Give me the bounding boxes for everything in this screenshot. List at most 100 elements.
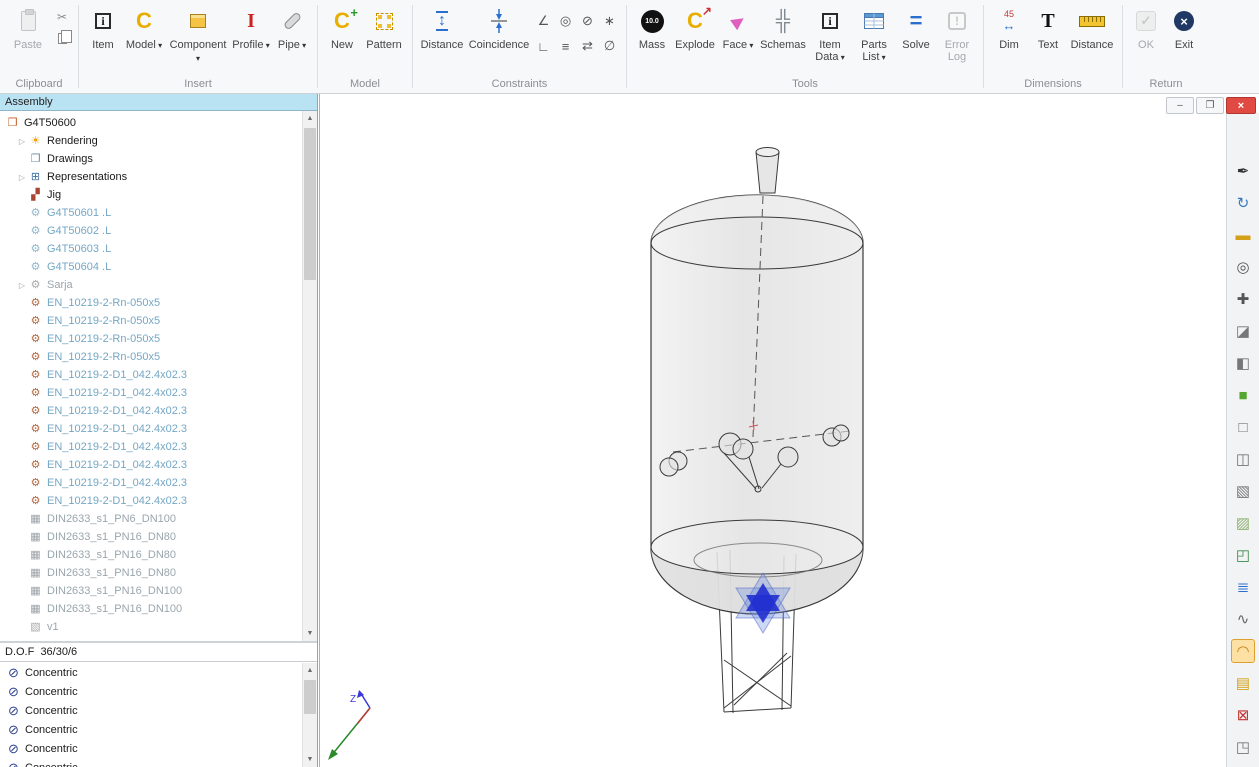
paste-button[interactable]: Paste xyxy=(5,2,51,51)
erase-icon[interactable]: ◪ xyxy=(1231,319,1255,343)
export-icon[interactable]: ◳ xyxy=(1231,735,1255,759)
distance-constraint-button[interactable]: ↕ Distance xyxy=(418,2,466,51)
tree-item[interactable]: ⚙ EN_10219-2-D1_042.4x02.3 xyxy=(0,402,301,420)
delete-icon[interactable]: ⊠ xyxy=(1231,703,1255,727)
constraint-row[interactable]: ⊘ Concentric xyxy=(0,720,301,739)
constraint-row[interactable]: ⊘ Concentric xyxy=(0,739,301,758)
tree-item[interactable]: ⚙ EN_10219-2-D1_042.4x02.3 xyxy=(0,492,301,510)
spline-icon[interactable]: ∿ xyxy=(1231,607,1255,631)
iso-view-icon[interactable]: ▧ xyxy=(1231,479,1255,503)
tangent-constraint-icon[interactable]: ⊘ xyxy=(578,10,597,32)
restore-button[interactable]: ❐ xyxy=(1196,97,1224,114)
tree-item[interactable]: ⚙ EN_10219-2-D1_042.4x02.3 xyxy=(0,420,301,438)
zoom-extents-icon[interactable]: ◰ xyxy=(1231,543,1255,567)
error-log-button[interactable]: ! Error Log xyxy=(936,2,978,63)
scroll-up-icon[interactable]: ▲ xyxy=(303,663,317,678)
tree-item[interactable]: ⚙ G4T50604 .L xyxy=(0,258,301,276)
item-data-button[interactable]: i Item Data xyxy=(808,2,852,64)
close-button[interactable]: × xyxy=(1226,97,1256,114)
scroll-down-icon[interactable]: ▼ xyxy=(303,752,317,767)
tree-item[interactable]: ▦ DIN2633_s1_PN16_DN100 xyxy=(0,582,301,600)
tree-item[interactable]: ⚙ EN_10219-2-D1_042.4x02.3 xyxy=(0,366,301,384)
model-button[interactable]: C Model xyxy=(122,2,166,52)
dof-scrollbar[interactable]: ▲ ▼ xyxy=(302,663,317,767)
tree-item[interactable]: ⚙ EN_10219-2-D1_042.4x02.3 xyxy=(0,474,301,492)
constraint-row[interactable]: ⊘ Concentric xyxy=(0,758,301,767)
copy-button[interactable] xyxy=(53,29,71,47)
ok-button[interactable]: ✓ OK xyxy=(1128,2,1164,51)
scroll-down-icon[interactable]: ▼ xyxy=(303,626,317,641)
measure-icon[interactable]: ▬ xyxy=(1231,223,1255,247)
perpendicular-constraint-icon[interactable]: ∟ xyxy=(534,35,553,57)
pattern-button[interactable]: Pattern xyxy=(361,2,407,51)
tree-item[interactable]: ▦ DIN2633_s1_PN16_DN80 xyxy=(0,564,301,582)
tree-item[interactable]: ▧ v1 xyxy=(0,618,301,636)
component-button[interactable]: Component xyxy=(166,2,230,65)
center-icon[interactable]: ◎ xyxy=(1231,255,1255,279)
orbit-icon[interactable]: ↻ xyxy=(1231,191,1255,215)
constraint-row[interactable]: ⊘ Concentric xyxy=(0,701,301,720)
tree-item[interactable]: ❒ G4T50600 xyxy=(0,114,301,132)
translucent-icon[interactable]: ▨ xyxy=(1231,511,1255,535)
new-button[interactable]: C New xyxy=(323,2,361,51)
expand-arrow-icon[interactable]: ▷ xyxy=(16,173,28,182)
angle-constraint-icon[interactable]: ∠ xyxy=(534,10,553,32)
tree-item[interactable]: ▷ ⊞ Representations xyxy=(0,168,301,186)
coincidence-button[interactable]: Coincidence xyxy=(466,2,532,51)
scroll-thumb[interactable] xyxy=(304,680,316,714)
tree-item[interactable]: ▦ DIN2633_s1_PN16_DN100 xyxy=(0,600,301,618)
mass-button[interactable]: 10.0 Mass xyxy=(632,2,672,51)
tree-item[interactable]: ⚙ G4T50603 .L xyxy=(0,240,301,258)
exit-button[interactable]: × Exit xyxy=(1164,2,1204,51)
distance-dim-button[interactable]: Distance xyxy=(1067,2,1117,51)
tree-item[interactable]: ▞ Jig xyxy=(0,186,301,204)
constraint-row[interactable]: ⊘ Concentric xyxy=(0,682,301,701)
shaded-view-icon[interactable]: ■ xyxy=(1231,383,1255,407)
tree-item[interactable]: ⚙ EN_10219-2-Rn-050x5 xyxy=(0,294,301,312)
tree-scrollbar[interactable]: ▲ ▼ xyxy=(302,111,317,641)
pipe-button[interactable]: Pipe xyxy=(272,2,312,52)
tree-item[interactable]: ▦ DIN2633_s1_PN16_DN80 xyxy=(0,528,301,546)
scroll-up-icon[interactable]: ▲ xyxy=(303,111,317,126)
expand-arrow-icon[interactable]: ▷ xyxy=(16,281,28,290)
concentric-constraint-icon[interactable]: ◎ xyxy=(556,10,575,32)
move-icon[interactable]: ✚ xyxy=(1231,287,1255,311)
catalog-icon[interactable]: ▤ xyxy=(1231,671,1255,695)
item-button[interactable]: i Item xyxy=(84,2,122,51)
text-button[interactable]: T Text xyxy=(1029,2,1067,51)
schemas-button[interactable]: ╬ Schemas xyxy=(758,2,808,51)
wireframe-icon[interactable]: ◫ xyxy=(1231,447,1255,471)
minimize-button[interactable]: – xyxy=(1166,97,1194,114)
tree-item[interactable]: ⚙ EN_10219-2-D1_042.4x02.3 xyxy=(0,456,301,474)
parallel-constraint-icon[interactable]: ≡ xyxy=(556,35,575,57)
hidden-line-icon[interactable]: □ xyxy=(1231,415,1255,439)
3d-scene[interactable]: Z xyxy=(320,94,1259,767)
scroll-thumb[interactable] xyxy=(304,128,316,280)
section-icon[interactable]: ◧ xyxy=(1231,351,1255,375)
3d-viewport[interactable]: Z – ❐ × ✒ ↻ ▬ ◎ ✚ ◪ ◧ ■ □ ◫ ▧ ▨ ◰ ≣ ∿ ◠ ▤ ⊠ ◳ xyxy=(319,94,1259,767)
constraint-row[interactable]: ⊘ Concentric xyxy=(0,663,301,682)
parts-list-button[interactable]: Parts List xyxy=(852,2,896,64)
fix-constraint-icon[interactable]: ∗ xyxy=(600,10,619,32)
symmetry-constraint-icon[interactable]: ⇄ xyxy=(578,35,597,57)
tree-item[interactable]: ⚙ G4T50601 .L xyxy=(0,204,301,222)
explode-button[interactable]: C Explode xyxy=(672,2,718,51)
profile-button[interactable]: I Profile xyxy=(230,2,272,52)
tree-item[interactable]: ▦ DIN2633_s1_PN16_DN80 xyxy=(0,546,301,564)
tree-item[interactable]: ⚙ EN_10219-2-D1_042.4x02.3 xyxy=(0,438,301,456)
tree-item[interactable]: ⚙ EN_10219-2-Rn-050x5 xyxy=(0,330,301,348)
tree-item[interactable]: ⚙ G4T50602 .L xyxy=(0,222,301,240)
tree-item[interactable]: ⚙ EN_10219-2-Rn-050x5 xyxy=(0,348,301,366)
cut-button[interactable]: ✂ xyxy=(53,8,71,26)
tree-item[interactable]: ▷ ☀ Rendering xyxy=(0,132,301,150)
tree-item[interactable]: ⚙ EN_10219-2-D1_042.4x02.3 xyxy=(0,384,301,402)
tree-item[interactable]: ▦ DIN2633_s1_PN6_DN100 xyxy=(0,510,301,528)
expand-arrow-icon[interactable]: ▷ xyxy=(16,137,28,146)
layers-icon[interactable]: ≣ xyxy=(1231,575,1255,599)
fillet-icon[interactable]: ◠ xyxy=(1231,639,1255,663)
tree-item[interactable]: ▷ ⚙ Sarja xyxy=(0,276,301,294)
dim-button[interactable]: 45 ↔ Dim xyxy=(989,2,1029,51)
tree-item[interactable]: ❐ Drawings xyxy=(0,150,301,168)
solve-button[interactable]: = Solve xyxy=(896,2,936,51)
pin-icon[interactable]: ✒ xyxy=(1231,159,1255,183)
